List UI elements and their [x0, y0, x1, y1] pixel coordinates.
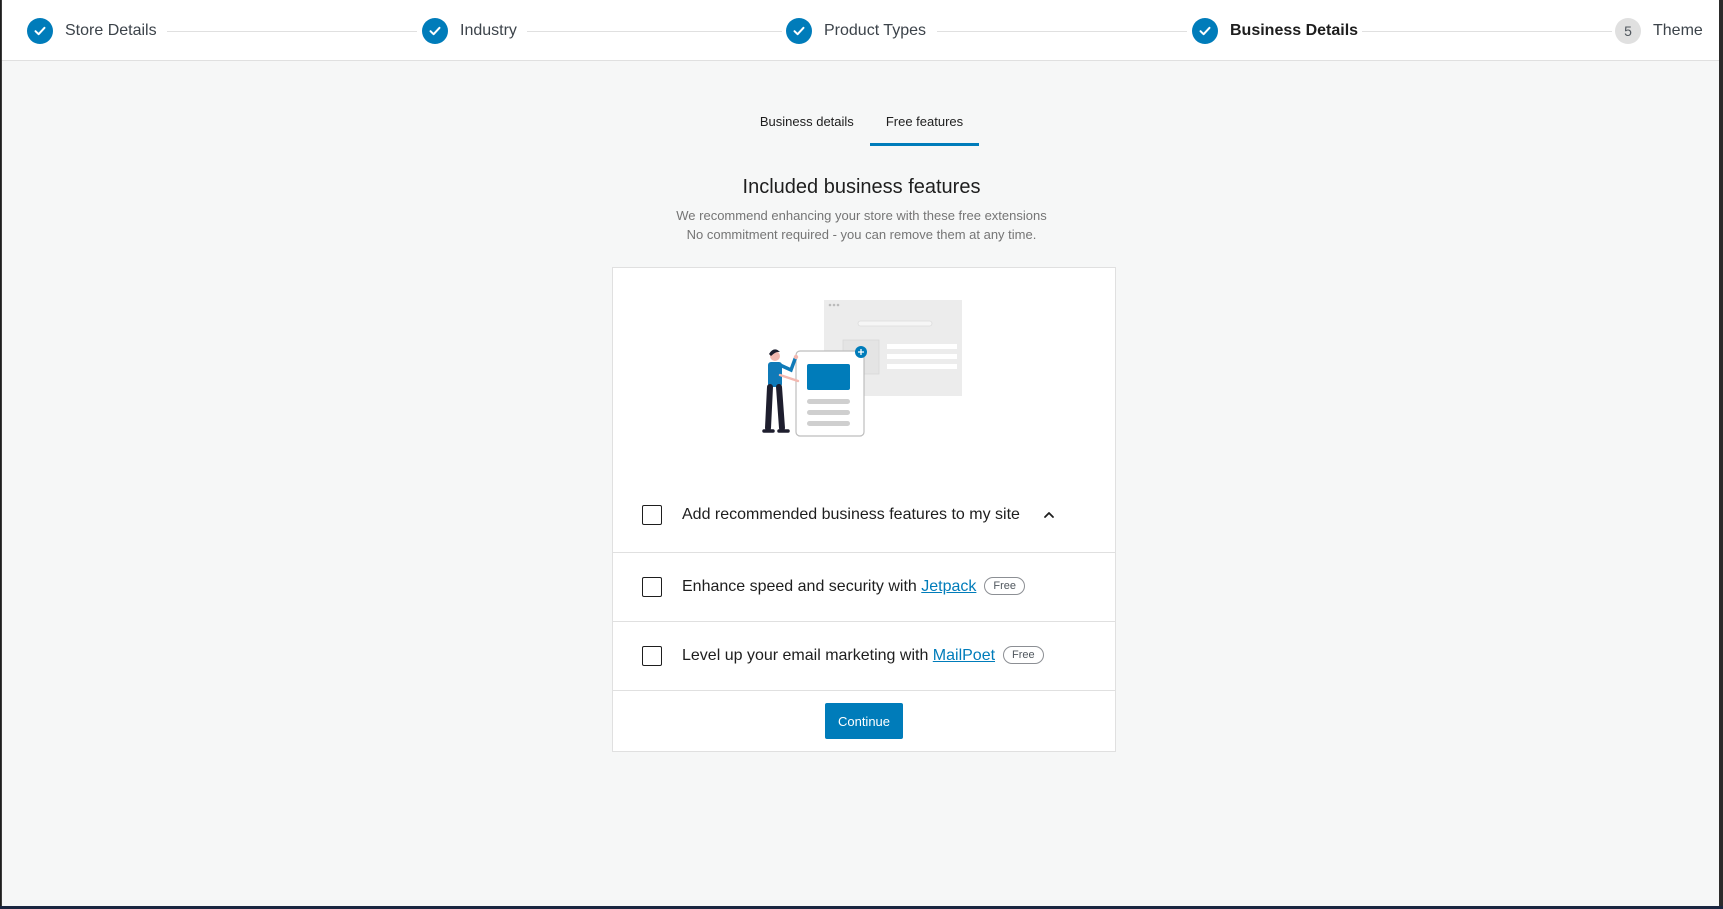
jetpack-option-prefix: Enhance speed and security with: [682, 578, 922, 595]
master-option-label: Add recommended business features to my …: [682, 506, 1020, 523]
mailpoet-option-prefix: Level up your email marketing with: [682, 647, 933, 664]
step-label: Store Details: [65, 22, 157, 39]
mailpoet-checkbox[interactable]: [642, 646, 662, 666]
setup-stepper: Store Details Industry Product Types Bus…: [2, 0, 1721, 61]
step-label: Industry: [460, 22, 517, 39]
stepper-connector: [527, 31, 782, 32]
jetpack-link[interactable]: Jetpack: [921, 578, 976, 595]
free-badge: Free: [984, 577, 1026, 595]
step-store-details[interactable]: Store Details: [27, 18, 157, 44]
tab-business-details[interactable]: Business details: [744, 108, 870, 146]
add-recommended-features-checkbox[interactable]: [642, 505, 662, 525]
subtitle-line-1: We recommend enhancing your store with t…: [676, 208, 1047, 223]
step-business-details[interactable]: Business Details: [1192, 18, 1358, 44]
tab-bar: Business details Free features: [2, 108, 1721, 146]
chevron-up-icon[interactable]: [1042, 508, 1056, 522]
checkmark-icon: [786, 18, 812, 44]
tab-free-features[interactable]: Free features: [869, 108, 980, 146]
step-label: Product Types: [824, 22, 926, 39]
divider: [613, 690, 1115, 691]
step-industry[interactable]: Industry: [422, 18, 517, 44]
stepper-connector: [167, 31, 417, 32]
step-theme[interactable]: 5 Theme: [1615, 18, 1703, 44]
step-label: Theme: [1653, 22, 1703, 39]
step-number: 5: [1615, 18, 1641, 44]
jetpack-option-text: Enhance speed and security with Jetpack: [682, 578, 976, 596]
features-card: Add recommended business features to my …: [612, 267, 1116, 752]
checkmark-icon: [27, 18, 53, 44]
step-product-types[interactable]: Product Types: [786, 18, 926, 44]
mailpoet-option-row: Level up your email marketing with MailP…: [613, 621, 1115, 690]
subtitle-line-2: No commitment required - you can remove …: [686, 227, 1037, 242]
window-edge: [1719, 0, 1723, 909]
app-window: Store Details Industry Product Types Bus…: [1, 0, 1722, 907]
mailpoet-link[interactable]: MailPoet: [933, 647, 995, 664]
continue-button[interactable]: Continue: [825, 703, 903, 739]
stepper-connector: [1362, 31, 1612, 32]
mailpoet-option-text: Level up your email marketing with MailP…: [682, 647, 995, 665]
business-features-illustration: [758, 300, 968, 455]
jetpack-option-row: Enhance speed and security with Jetpack …: [613, 552, 1115, 621]
free-badge: Free: [1003, 646, 1044, 664]
checkmark-icon: [422, 18, 448, 44]
page-title: Included business features: [742, 176, 981, 198]
master-option-row: Add recommended business features to my …: [613, 480, 1115, 550]
checkmark-icon: [1192, 18, 1218, 44]
jetpack-checkbox[interactable]: [642, 577, 662, 597]
stepper-connector: [937, 31, 1187, 32]
step-label: Business Details: [1230, 22, 1359, 39]
